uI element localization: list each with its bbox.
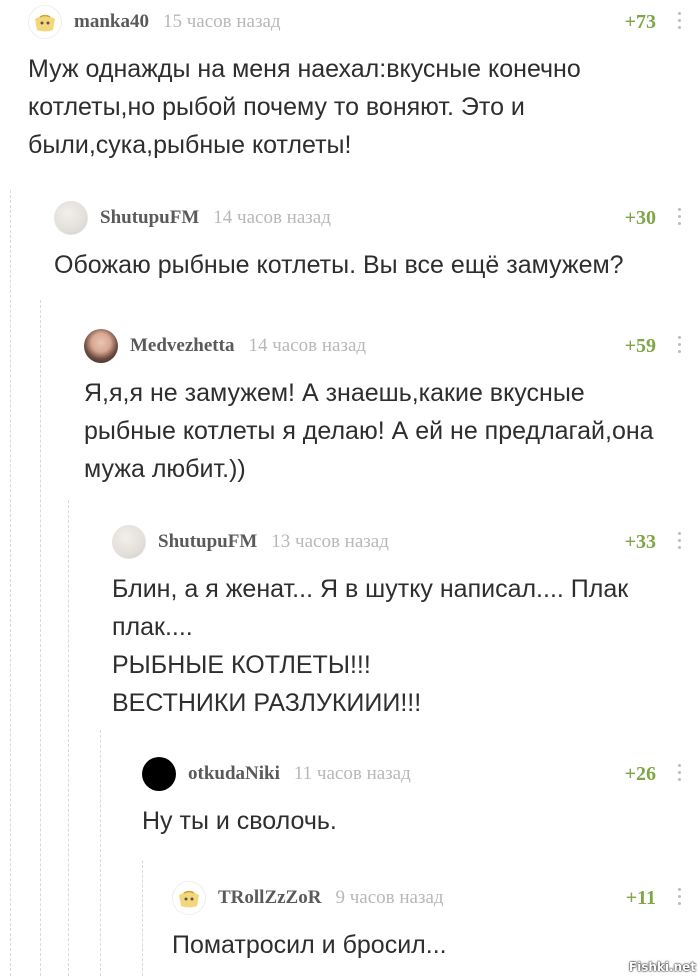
black-circle-avatar-icon[interactable] — [142, 757, 176, 791]
watermark: Fishki.net — [628, 960, 696, 974]
rating: +73 — [624, 11, 656, 33]
username[interactable]: ShutupuFM — [100, 207, 199, 229]
comment-text: Я,я,я не замужем! А знаешь,какие вкусные… — [84, 379, 654, 483]
comment: ShutupuFM 14 часов назад +30 Обожаю рыбн… — [54, 200, 682, 284]
comment-text: Муж однажды на меня наехал:вкусные конеч… — [28, 55, 581, 159]
username[interactable]: manka40 — [74, 11, 149, 33]
pikabu-avatar-icon[interactable] — [172, 881, 206, 915]
comment-text: Ну ты и сволочь. — [142, 807, 337, 835]
comment-text: Обожаю рыбные котлеты. Вы все ещё замуже… — [54, 251, 624, 279]
timestamp[interactable]: 9 часов назад — [335, 887, 443, 909]
more-options-icon[interactable] — [676, 764, 682, 781]
comment-header: ShutupuFM 13 часов назад +33 — [112, 524, 682, 560]
rating: +33 — [624, 531, 656, 553]
comment: otkudaNiki 11 часов назад +26 Ну ты и св… — [142, 756, 682, 840]
more-options-icon[interactable] — [676, 888, 682, 905]
timestamp[interactable]: 15 часов назад — [163, 11, 281, 33]
rating: +26 — [624, 763, 656, 785]
thread-line — [100, 730, 101, 976]
rating: +30 — [624, 207, 656, 229]
comment-text: Поматросил и бросил... — [172, 931, 447, 959]
grey-circle-avatar-icon[interactable] — [112, 525, 146, 559]
comment-header: TRollZzZoR 9 часов назад +11 — [172, 880, 682, 916]
timestamp[interactable]: 13 часов назад — [271, 531, 389, 553]
pikabu-avatar-icon[interactable] — [28, 5, 62, 39]
comment: Medvezhetta 14 часов назад +59 Я,я,я не … — [84, 328, 682, 488]
rating: +11 — [625, 887, 656, 909]
username[interactable]: ShutupuFM — [158, 531, 257, 553]
comment-header: ShutupuFM 14 часов назад +30 — [54, 200, 682, 236]
username[interactable]: otkudaNiki — [188, 763, 280, 785]
username[interactable]: Medvezhetta — [130, 335, 234, 357]
timestamp[interactable]: 11 часов назад — [294, 763, 411, 785]
comment: TRollZzZoR 9 часов назад +11 Поматросил … — [172, 880, 682, 964]
thread-line — [10, 190, 11, 976]
thread-line — [68, 500, 69, 976]
comment-text: Блин, а я женат... Я в шутку написал....… — [112, 575, 629, 717]
user-photo-avatar[interactable] — [84, 329, 118, 363]
more-options-icon[interactable] — [676, 12, 682, 29]
grey-circle-avatar-icon[interactable] — [54, 201, 88, 235]
more-options-icon[interactable] — [676, 532, 682, 549]
timestamp[interactable]: 14 часов назад — [213, 207, 331, 229]
comment-header: otkudaNiki 11 часов назад +26 — [142, 756, 682, 792]
rating: +59 — [624, 335, 656, 357]
comment-header: manka40 15 часов назад +73 — [28, 4, 682, 40]
more-options-icon[interactable] — [676, 208, 682, 225]
more-options-icon[interactable] — [676, 336, 682, 353]
comment-header: Medvezhetta 14 часов назад +59 — [84, 328, 682, 364]
thread-line — [142, 860, 143, 976]
timestamp[interactable]: 14 часов назад — [248, 335, 366, 357]
username[interactable]: TRollZzZoR — [218, 887, 321, 909]
comment: manka40 15 часов назад +73 Муж однажды н… — [28, 4, 682, 164]
thread-line — [40, 300, 41, 976]
comment: ShutupuFM 13 часов назад +33 Блин, а я ж… — [112, 524, 682, 722]
